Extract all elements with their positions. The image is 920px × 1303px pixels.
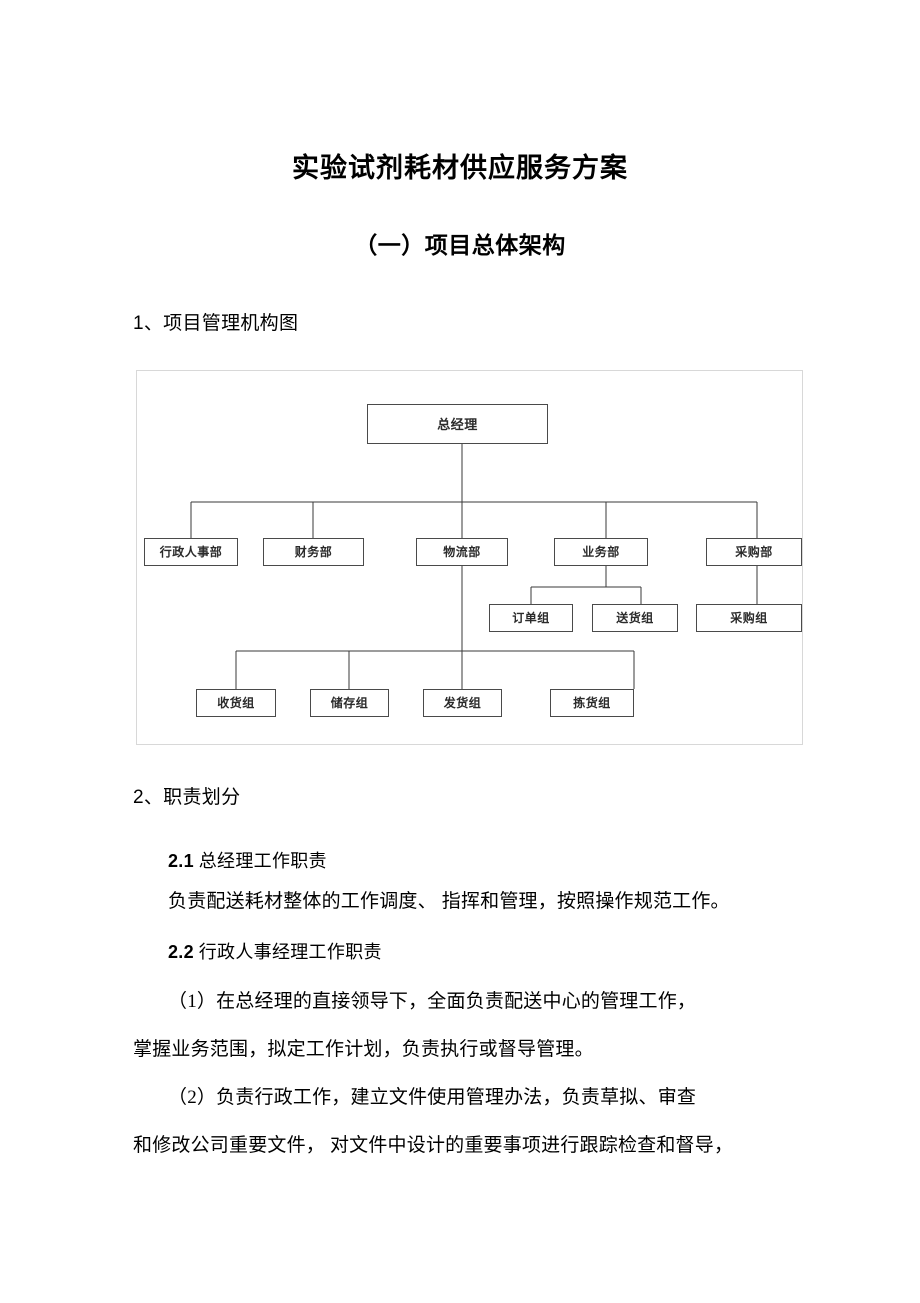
paragraph-hr-item-2-line-2: 和修改公司重要文件， 对文件中设计的重要事项进行跟踪检查和督导， — [133, 1135, 734, 1156]
org-node-team-purchasing[interactable]: 采购组 — [696, 604, 802, 632]
paragraph-hr-item-2-line-1: （2）负责行政工作，建立文件使用管理办法，负责草拟、审查 — [168, 1087, 697, 1108]
sub-heading-2-1: 2.1 总经理工作职责 — [168, 847, 327, 873]
sub-heading-2-2-text: 行政人事经理工作职责 — [198, 942, 382, 962]
org-node-team-order[interactable]: 订单组 — [489, 604, 573, 632]
org-node-team-shipping[interactable]: 发货组 — [423, 689, 502, 717]
org-node-department-purchasing[interactable]: 采购部 — [706, 538, 802, 566]
document-page: 实验试剂耗材供应服务方案 （一）项目总体架构 1、项目管理机构图 总经理 行政人… — [0, 0, 920, 1303]
org-node-team-storage[interactable]: 储存组 — [310, 689, 389, 717]
sub-heading-2-1-text: 总经理工作职责 — [198, 851, 327, 871]
sub-heading-2-2: 2.2 行政人事经理工作职责 — [168, 938, 382, 964]
org-node-team-delivery[interactable]: 送货组 — [592, 604, 678, 632]
paragraph-gm-duties: 负责配送耗材整体的工作调度、 指挥和管理，按照操作规范工作。 — [168, 891, 730, 912]
org-node-department-admin-hr[interactable]: 行政人事部 — [144, 538, 238, 566]
org-node-root[interactable]: 总经理 — [367, 404, 548, 444]
sub-heading-2-2-number: 2.2 — [168, 942, 194, 962]
org-node-team-picking[interactable]: 拣货组 — [550, 689, 634, 717]
paragraph-hr-item-1-line-2: 掌握业务范围，拟定工作计划，负责执行或督导管理。 — [133, 1039, 594, 1060]
org-node-department-logistics[interactable]: 物流部 — [416, 538, 508, 566]
heading-project-org-chart: 1、项目管理机构图 — [133, 313, 299, 334]
org-node-team-receiving[interactable]: 收货组 — [196, 689, 276, 717]
org-node-department-business[interactable]: 业务部 — [554, 538, 648, 566]
section-title: （一）项目总体架构 — [354, 233, 566, 258]
paragraph-hr-item-1-line-1: （1）在总经理的直接领导下，全面负责配送中心的管理工作， — [168, 991, 697, 1012]
document-title: 实验试剂耗材供应服务方案 — [292, 153, 628, 183]
org-chart-frame: 总经理 行政人事部 财务部 物流部 业务部 采购部 订单组 送货组 采购组 收货… — [136, 370, 803, 745]
heading-responsibility-division: 2、职责划分 — [133, 787, 241, 808]
sub-heading-2-1-number: 2.1 — [168, 851, 194, 871]
org-node-department-finance[interactable]: 财务部 — [263, 538, 364, 566]
